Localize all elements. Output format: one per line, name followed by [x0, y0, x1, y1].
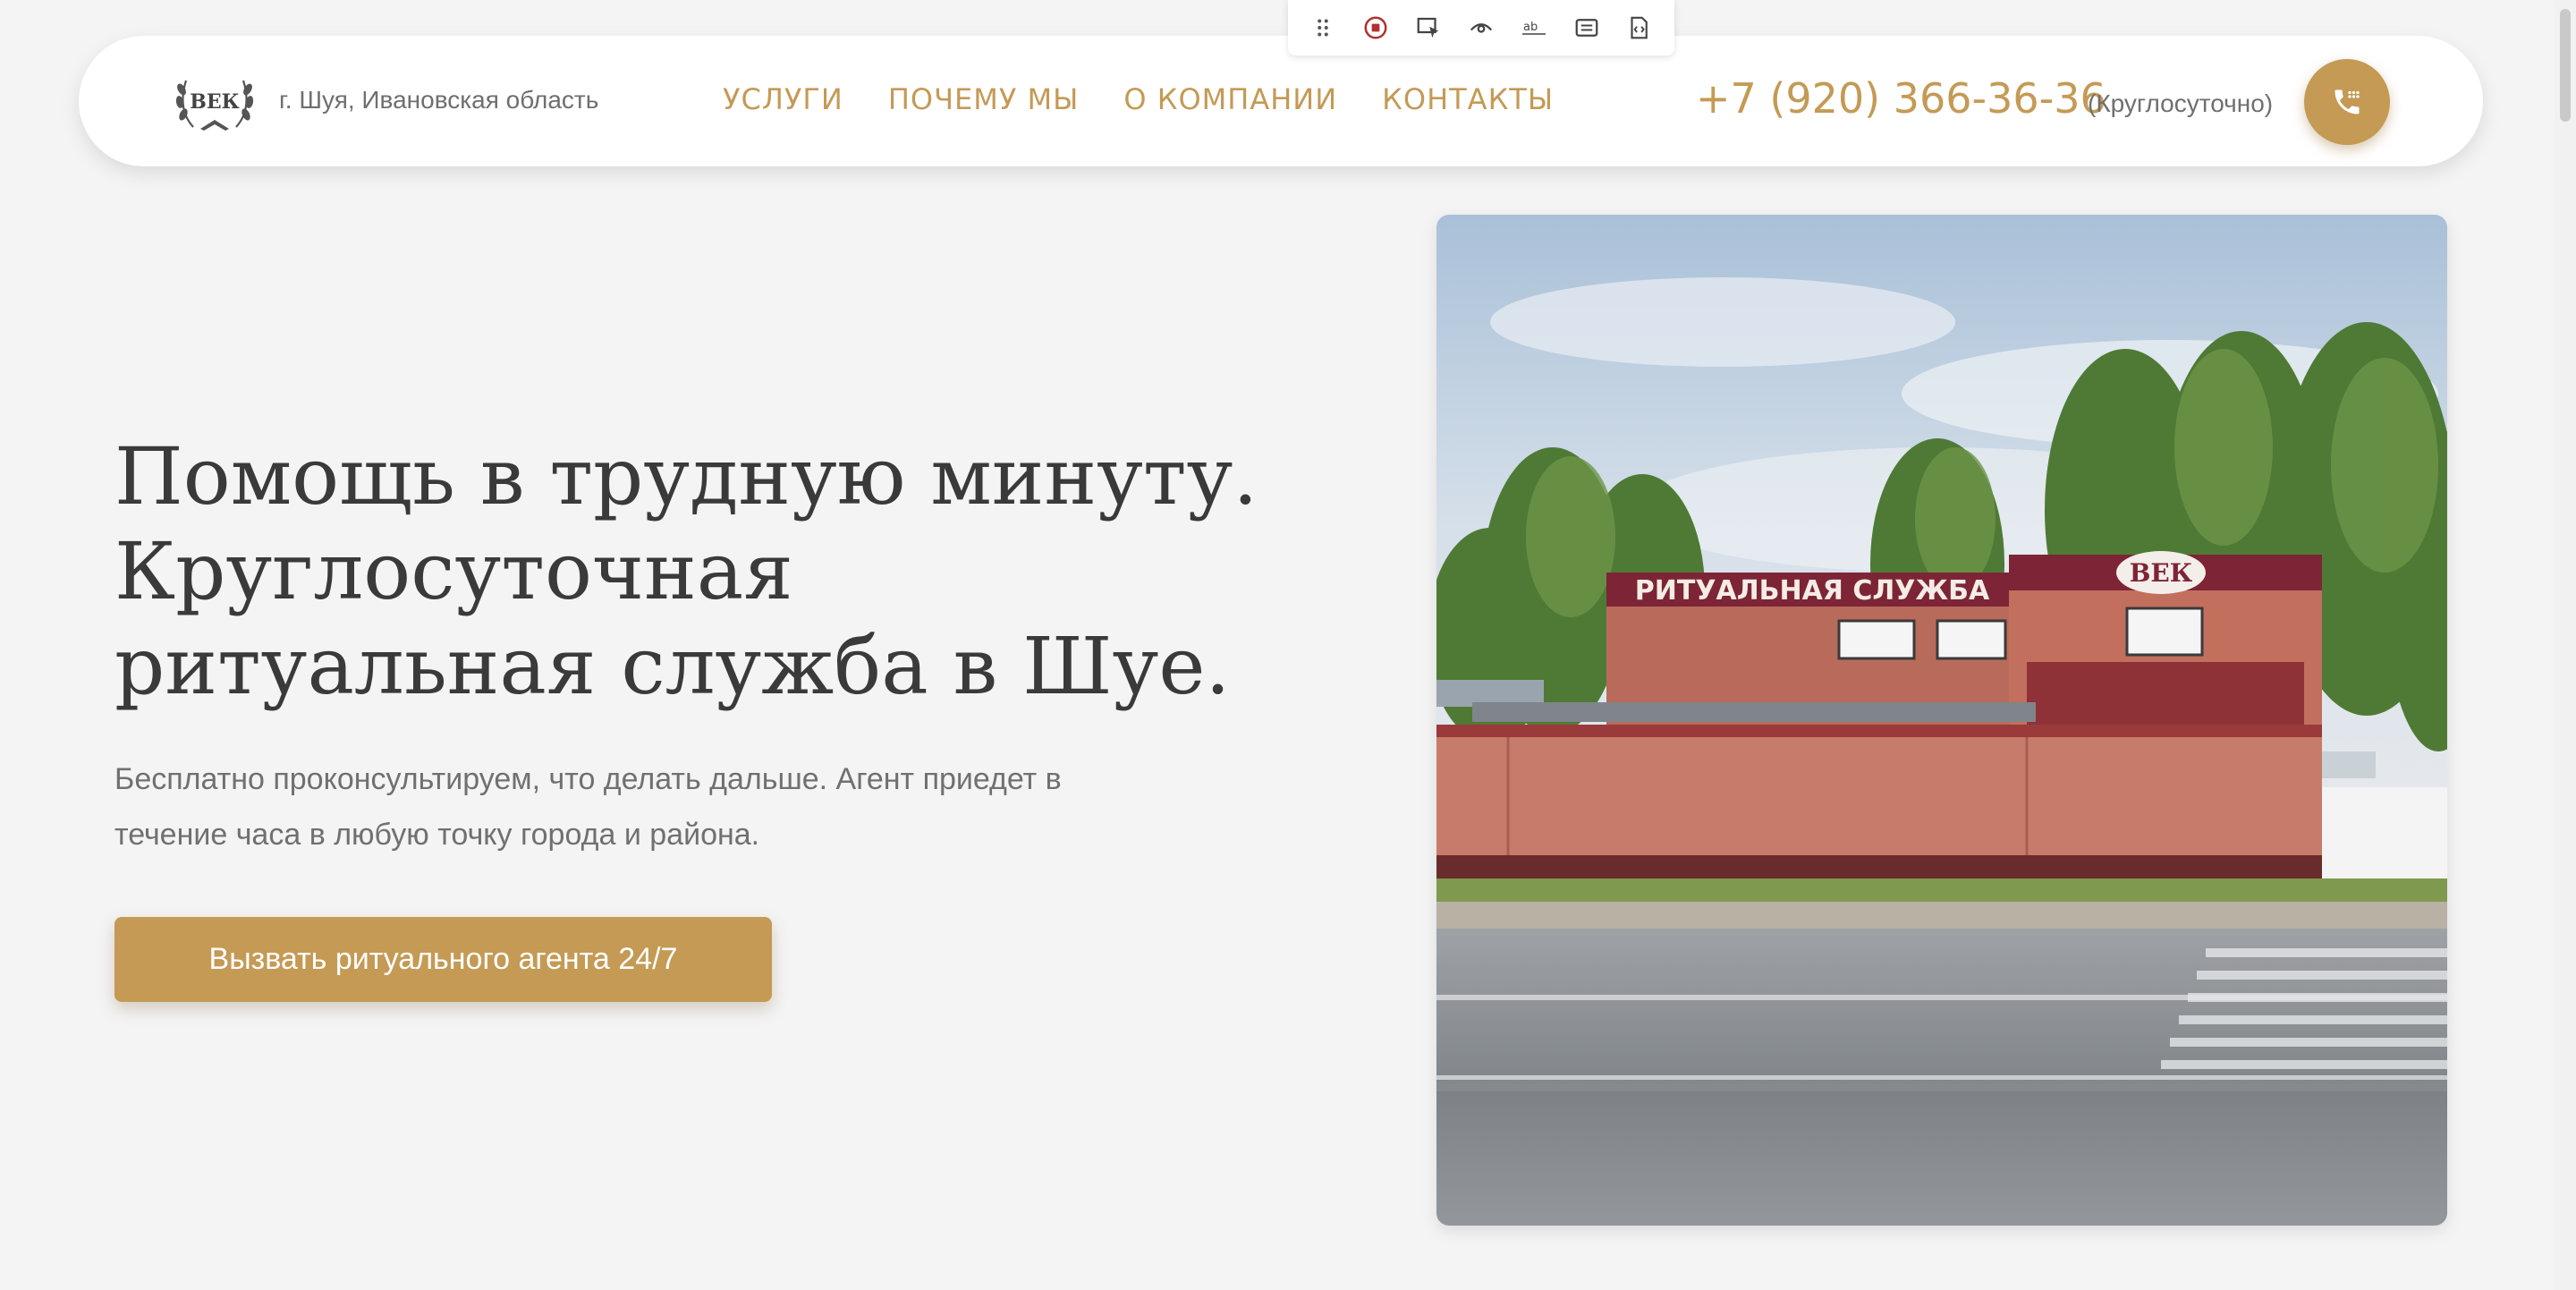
hero-title: Помощь в трудную минуту. Круглосуточная …: [114, 429, 1258, 714]
building-badge-text: ВЕК: [2130, 558, 2193, 588]
building-sign-text: РИТУАЛЬНАЯ СЛУЖБА: [1635, 575, 1990, 607]
comment-icon[interactable]: [1569, 10, 1605, 46]
location-text: г. Шуя, Ивановская область: [279, 86, 599, 114]
drag-handle-icon[interactable]: [1305, 10, 1341, 46]
nav-link-services[interactable]: УСЛУГИ: [723, 82, 843, 116]
preview-icon[interactable]: [1463, 10, 1499, 46]
hero-title-line: Круглосуточная: [114, 525, 793, 617]
record-icon[interactable]: [1358, 10, 1394, 46]
page-scrollbar[interactable]: [2555, 0, 2576, 1290]
call-button[interactable]: [2304, 59, 2390, 145]
working-hours: (Круглосуточно): [2088, 89, 2274, 117]
nav-link-contacts[interactable]: КОНТАКТЫ: [1382, 82, 1554, 116]
dev-toolbar: ab: [1288, 0, 1674, 55]
nav-link-why-us[interactable]: ПОЧЕМУ МЫ: [888, 82, 1080, 116]
call-agent-button[interactable]: Вызвать ритуального агента 24/7: [114, 917, 772, 1002]
hero-title-line: Помощь в трудную минуту.: [114, 430, 1258, 522]
company-logo[interactable]: ВЕК: [174, 68, 256, 134]
scrollbar-thumb[interactable]: [2560, 9, 2571, 122]
nav-link-about[interactable]: О КОМПАНИИ: [1123, 82, 1337, 116]
code-icon[interactable]: [1621, 10, 1657, 46]
text-edit-icon[interactable]: ab: [1516, 10, 1552, 46]
select-element-icon[interactable]: [1411, 10, 1446, 46]
phone-number[interactable]: +7 (920) 366-36-36: [1696, 74, 2106, 123]
building-photo: РИТУАЛЬНАЯ СЛУЖБА ВЕК: [1436, 215, 2447, 1226]
logo-text: ВЕК: [190, 90, 239, 114]
phone-icon: [2334, 89, 2360, 115]
site-header: ВЕК г. Шуя, Ивановская область УСЛУГИ ПО…: [79, 36, 2483, 166]
svg-text:ab: ab: [1523, 21, 1538, 34]
main-nav: УСЛУГИ ПОЧЕМУ МЫ О КОМПАНИИ КОНТАКТЫ: [723, 82, 1554, 116]
hero-title-line: ритуальная служба в Шуе.: [114, 620, 1231, 712]
hero-subtitle: Бесплатно проконсультируем, что делать д…: [114, 762, 1062, 852]
